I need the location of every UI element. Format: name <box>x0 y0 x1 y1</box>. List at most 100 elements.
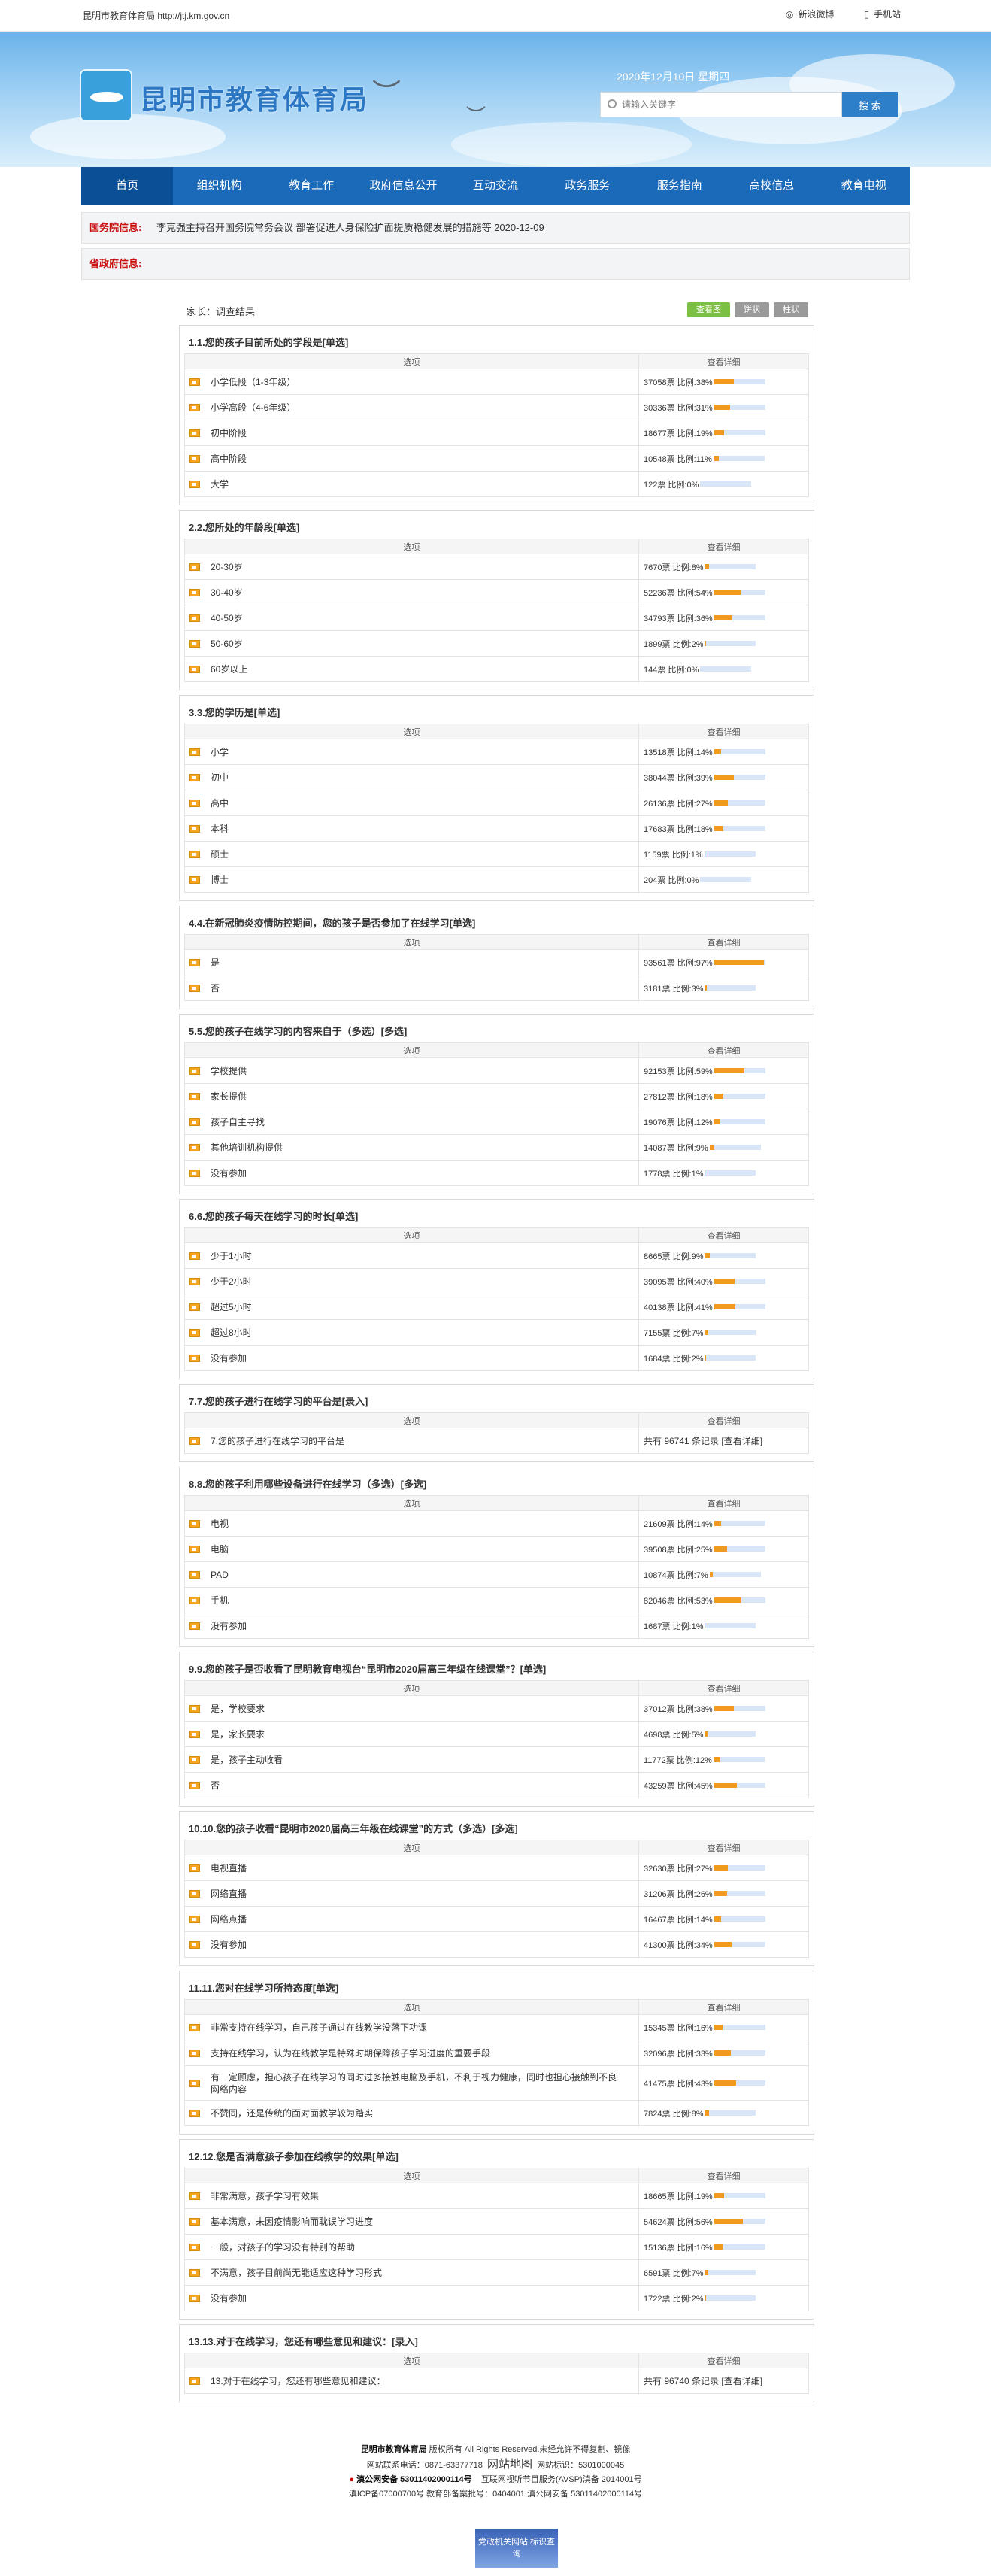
vote-stat: 7824票 比例:8% <box>644 2109 704 2119</box>
vote-stat: 1687票 比例:1% <box>644 1622 704 1631</box>
bar-chart-button[interactable]: 柱状 <box>774 302 808 317</box>
option-label: 本科 <box>211 823 229 834</box>
table-row: PAD 10874票 比例:7% <box>184 1561 809 1588</box>
column-header: 查看详细 <box>638 539 809 554</box>
column-header: 选项 <box>184 1999 639 2015</box>
table-row: 超过8小时 7155票 比例:7% <box>184 1319 809 1346</box>
nav-organization[interactable]: 组织机构 <box>173 167 265 205</box>
footer-org-link[interactable]: 昆明市教育体育局 <box>361 2445 427 2454</box>
sitemap-link[interactable]: 网站地图 <box>487 2458 532 2471</box>
percent-bar <box>705 1355 756 1361</box>
logo-icon[interactable] <box>80 69 132 122</box>
percent-bar <box>705 1731 756 1737</box>
results-table: 选项 查看详细 非常支持在线学习，自己孩子通过在线教学没落下功课 15345票 比例:… <box>184 1999 809 2126</box>
vote-stat: 204票 比例:0% <box>644 875 699 885</box>
column-header: 查看详细 <box>638 2353 809 2368</box>
vote-stat: 1159票 比例:1% <box>644 850 703 860</box>
option-icon <box>189 1067 200 1075</box>
option-icon <box>189 2079 200 2087</box>
option-label: 网络直播 <box>211 1888 247 1899</box>
police-record-link[interactable]: 滇公网安备 53011402000114号 <box>356 2475 472 2484</box>
percent-bar <box>714 1597 765 1603</box>
question-block: 10.10.您的孩子收看“昆明市2020届高三年级在线课堂”的方式（多选）[多选… <box>179 1811 814 1966</box>
option-icon <box>189 1915 200 1923</box>
nav-education-work[interactable]: 教育工作 <box>265 167 357 205</box>
question-block: 5.5.您的孩子在线学习的内容来自于（多选）[多选] 选项 查看详细 学校提供 9215… <box>179 1014 814 1194</box>
info-label: 国务院信息: <box>89 222 142 233</box>
vote-stat: 37012票 比例:38% <box>644 1704 713 1714</box>
results-table: 选项 查看详细是 93561票 比例:97% 否 3181票 比例:3% <box>184 934 809 1001</box>
question-title: 13.13.对于在线学习，您还有哪些意见和建议：[录入] <box>189 2336 418 2347</box>
percent-bar <box>714 1706 765 1711</box>
option-label: 有一定顾虑，担心孩子在线学习的同时过多接触电脑及手机，不利于视力健康，同时也担心… <box>211 2071 617 2095</box>
option-icon <box>189 1277 200 1285</box>
pie-chart-button[interactable]: 饼状 <box>735 302 769 317</box>
question-title: 11.11.您对在线学习所持态度[单选] <box>189 1983 339 1994</box>
nav-home[interactable]: 首页 <box>81 167 174 205</box>
vote-stat: 54624票 比例:56% <box>644 2217 713 2227</box>
table-row: 30-40岁 52236票 比例:54% <box>184 579 809 605</box>
option-label: 手机 <box>211 1594 229 1606</box>
percent-bar <box>714 430 765 435</box>
option-icon <box>189 799 200 807</box>
question-title: 3.3.您的学历是[单选] <box>189 707 280 718</box>
table-row: 20-30岁 7670票 比例:8% <box>184 554 809 580</box>
question-block: 13.13.对于在线学习，您还有哪些意见和建议：[录入] 选项 查看详细 13.对于在… <box>179 2324 814 2402</box>
view-chart-button[interactable]: 查看图 <box>687 302 730 317</box>
option-label: 不赞同，还是传统的面对面教学较为踏实 <box>211 2107 374 2119</box>
vote-stat: 1684票 比例:2% <box>644 1354 704 1364</box>
nav-service-guide[interactable]: 服务指南 <box>634 167 726 205</box>
column-header: 查看详细 <box>638 1840 809 1855</box>
option-icon <box>189 454 200 463</box>
survey-results: 家长：调查结果 查看图 饼状 柱状 1.1.您的孩子目前所处的学段是[单选] 选项… <box>179 301 814 2402</box>
option-label: 没有参加 <box>211 1352 247 1364</box>
question-block: 3.3.您的学历是[单选] 选项 查看详细 小学 13518票 比例:14% 初中 3804… <box>179 695 814 901</box>
search-input[interactable] <box>600 92 842 117</box>
results-table: 选项 查看详细 电视 21609票 比例:14% 电脑 39508票 比例:25% PAD 1… <box>184 1495 809 1639</box>
search-box: 搜 索 <box>600 92 898 117</box>
nav-education-tv[interactable]: 教育电视 <box>818 167 910 205</box>
question-block: 1.1.您的孩子目前所处的学段是[单选] 选项 查看详细 小学低段（1-3年级） 370… <box>179 325 814 505</box>
option-icon <box>189 850 200 858</box>
table-row: 少于2小时 39095票 比例:40% <box>184 1268 809 1294</box>
record-count-link[interactable]: 共有 96741 条记录 [查看详细] <box>644 1436 762 1446</box>
table-row: 支持在线学习，认为在线教学是特殊时期保障孩子学习进度的重要手段 32096票 比例… <box>184 2040 809 2066</box>
search-button[interactable]: 搜 索 <box>842 92 898 117</box>
percent-bar <box>714 1865 765 1871</box>
option-label: 少于2小时 <box>211 1276 252 1287</box>
percent-bar <box>705 2270 756 2275</box>
nav-university-info[interactable]: 高校信息 <box>726 167 817 205</box>
record-count-link[interactable]: 共有 96740 条记录 [查看详细] <box>644 2376 762 2386</box>
percent-bar <box>705 2110 756 2116</box>
nav-gov-info[interactable]: 政府信息公开 <box>357 167 449 205</box>
question-title: 12.12.您是否满意孩子参加在线教学的效果[单选] <box>189 2151 399 2162</box>
percent-bar <box>714 1783 765 1788</box>
option-label: 20-30岁 <box>211 561 243 572</box>
vote-stat: 21609票 比例:14% <box>644 1519 713 1529</box>
option-label: 支持在线学习，认为在线教学是特殊时期保障孩子学习进度的重要手段 <box>211 2047 491 2059</box>
results-table: 选项 查看详细 20-30岁 7670票 比例:8% 30-40岁 52236票 比例:5… <box>184 539 809 682</box>
weibo-link[interactable]: ◎ 新浪微博 <box>786 8 835 20</box>
gov-site-badge[interactable]: 党政机关网站 标识查询 <box>475 2529 558 2568</box>
mobile-link[interactable]: ▯ 手机站 <box>864 8 901 20</box>
option-label: 小学高段（4-6年级） <box>211 402 296 413</box>
vote-stat: 8665票 比例:9% <box>644 1252 704 1261</box>
table-row: 网络直播 31206票 比例:26% <box>184 1880 809 1907</box>
option-icon <box>189 1328 200 1337</box>
table-row: 学校提供 92153票 比例:59% <box>184 1057 809 1084</box>
option-label: 电视直播 <box>211 1862 247 1874</box>
main-nav: 首页 组织机构 教育工作 政府信息公开 互动交流 政务服务 服务指南 高校信息 … <box>81 167 910 205</box>
percent-bar <box>714 1521 765 1526</box>
table-row: 是，学校要求 37012票 比例:38% <box>184 1695 809 1722</box>
option-label: 家长提供 <box>211 1091 247 1102</box>
nav-interaction[interactable]: 互动交流 <box>450 167 541 205</box>
site-id: 网站标识：5301000045 <box>537 2461 625 2470</box>
nav-gov-services[interactable]: 政务服务 <box>541 167 633 205</box>
option-label: 超过8小时 <box>211 1327 252 1338</box>
question-title: 4.4.在新冠肺炎疫情防控期间，您的孩子是否参加了在线学习[单选] <box>189 918 476 929</box>
info-news-link[interactable]: 李克强主持召开国务院常务会议 部署促进人身保险扩面提质稳健发展的措施等 2020… <box>156 222 544 233</box>
column-header: 选项 <box>184 1495 639 1511</box>
percent-bar <box>709 1145 761 1150</box>
option-icon <box>189 1545 200 1553</box>
table-row: 初中阶段 18677票 比例:19% <box>184 420 809 446</box>
